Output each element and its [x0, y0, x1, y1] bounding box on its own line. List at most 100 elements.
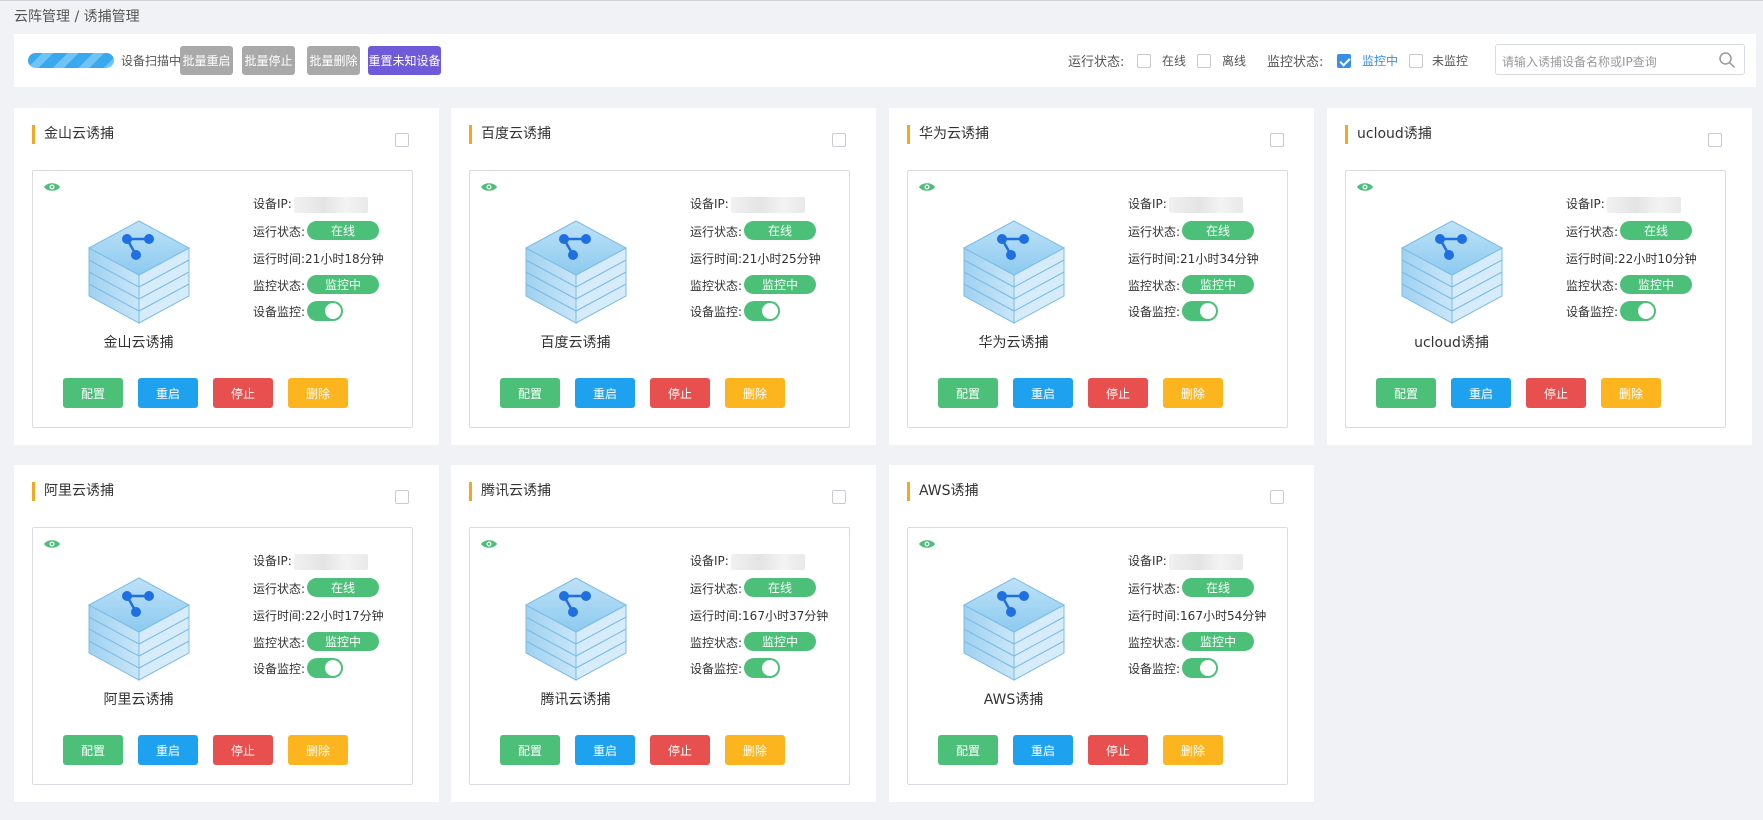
eye-icon[interactable] — [480, 181, 498, 193]
device-monitor-label: 设备监控: — [690, 662, 743, 676]
device-name: 腾讯云诱捕 — [540, 692, 611, 708]
ip-redacted — [293, 553, 368, 570]
eye-icon[interactable] — [918, 181, 936, 193]
device-monitor-toggle[interactable] — [1182, 658, 1218, 678]
monitoring-filter-checkbox[interactable] — [1337, 54, 1351, 68]
server-stack-icon — [962, 577, 1066, 681]
configure-button[interactable]: 配置 — [500, 735, 560, 765]
breadcrumb-separator: / — [70, 9, 84, 25]
card-select-checkbox[interactable] — [1270, 133, 1284, 147]
online-filter-label[interactable]: 在线 — [1162, 52, 1186, 69]
configure-button[interactable]: 配置 — [1376, 378, 1436, 408]
stop-button[interactable]: 停止 — [213, 378, 273, 408]
run-status-filter-label: 运行状态: — [1068, 55, 1125, 70]
run-status-label: 运行状态: — [253, 225, 306, 239]
unmonitored-filter-checkbox[interactable] — [1409, 54, 1423, 68]
monitor-status-label: 监控状态: — [690, 636, 743, 650]
batch-delete-button[interactable]: 批量删除 — [307, 46, 360, 75]
search-input[interactable]: 请输入诱捕设备名称或IP查询 — [1495, 44, 1745, 75]
stop-button[interactable]: 停止 — [1088, 378, 1148, 408]
device-monitor-toggle[interactable] — [1620, 301, 1656, 321]
eye-icon[interactable] — [43, 181, 61, 193]
delete-button[interactable]: 删除 — [1163, 378, 1223, 408]
card-select-checkbox[interactable] — [832, 133, 846, 147]
restart-button[interactable]: 重启 — [138, 378, 198, 408]
restart-button[interactable]: 重启 — [1451, 378, 1511, 408]
ip-redacted — [293, 196, 368, 213]
ip-redacted — [1168, 196, 1243, 213]
device-monitor-label: 设备监控: — [1128, 662, 1181, 676]
card-select-checkbox[interactable] — [1270, 490, 1284, 504]
restart-button[interactable]: 重启 — [1013, 378, 1073, 408]
device-monitor-label: 设备监控: — [1128, 305, 1181, 319]
configure-button[interactable]: 配置 — [63, 378, 123, 408]
run-time-label: 运行时间: — [690, 609, 743, 623]
stop-button[interactable]: 停止 — [213, 735, 273, 765]
delete-button[interactable]: 删除 — [288, 378, 348, 408]
server-stack-icon — [87, 577, 191, 681]
online-filter-checkbox[interactable] — [1137, 54, 1151, 68]
device-monitor-label: 设备监控: — [253, 305, 306, 319]
delete-button[interactable]: 删除 — [725, 735, 785, 765]
ip-row: 设备IP: — [1128, 552, 1243, 570]
device-panel: AWS诱捕 设备IP: 运行状态: 在线 运行时间:167小时54分钟 监控状态… — [907, 527, 1288, 785]
stop-button[interactable]: 停止 — [1088, 735, 1148, 765]
batch-stop-button[interactable]: 批量停止 — [242, 46, 295, 75]
monitor-status-badge: 监控中 — [744, 632, 816, 651]
eye-icon[interactable] — [480, 538, 498, 550]
device-monitor-label: 设备监控: — [1566, 305, 1619, 319]
device-name: 金山云诱捕 — [103, 335, 174, 351]
breadcrumb-root[interactable]: 云阵管理 — [14, 9, 70, 25]
search-icon[interactable] — [1718, 51, 1736, 69]
run-status-label: 运行状态: — [1566, 225, 1619, 239]
device-panel: 华为云诱捕 设备IP: 运行状态: 在线 运行时间:21小时34分钟 监控状态:… — [907, 170, 1288, 428]
delete-button[interactable]: 删除 — [1601, 378, 1661, 408]
configure-button[interactable]: 配置 — [63, 735, 123, 765]
offline-filter-checkbox[interactable] — [1197, 54, 1211, 68]
configure-button[interactable]: 配置 — [938, 378, 998, 408]
restart-button[interactable]: 重启 — [575, 378, 635, 408]
eye-icon[interactable] — [1356, 181, 1374, 193]
eye-icon[interactable] — [43, 538, 61, 550]
stop-button[interactable]: 停止 — [650, 735, 710, 765]
card-select-checkbox[interactable] — [395, 133, 409, 147]
card-select-checkbox[interactable] — [1708, 133, 1722, 147]
monitoring-filter-label[interactable]: 监控中 — [1362, 52, 1398, 69]
ip-redacted — [730, 553, 805, 570]
card-title: ucloud诱捕 — [1345, 125, 1432, 144]
device-monitor-toggle[interactable] — [744, 658, 780, 678]
toolbar: 设备扫描中... 批量重启 批量停止 批量删除 重置未知设备 运行状态: 在线 … — [14, 34, 1756, 87]
restart-button[interactable]: 重启 — [1013, 735, 1073, 765]
delete-button[interactable]: 删除 — [1163, 735, 1223, 765]
card-select-checkbox[interactable] — [395, 490, 409, 504]
run-status-badge: 在线 — [1182, 221, 1254, 240]
stop-button[interactable]: 停止 — [650, 378, 710, 408]
card-select-checkbox[interactable] — [832, 490, 846, 504]
run-time-row: 运行时间:22小时10分钟 — [1566, 250, 1697, 267]
monitor-status-label: 监控状态: — [1128, 636, 1181, 650]
device-monitor-toggle[interactable] — [744, 301, 780, 321]
unmonitored-filter-label[interactable]: 未监控 — [1432, 52, 1468, 69]
device-monitor-toggle[interactable] — [307, 301, 343, 321]
delete-button[interactable]: 删除 — [288, 735, 348, 765]
card-title: 华为云诱捕 — [907, 125, 989, 144]
delete-button[interactable]: 删除 — [725, 378, 785, 408]
offline-filter-label[interactable]: 离线 — [1222, 52, 1246, 69]
run-time-row: 运行时间:22小时17分钟 — [253, 607, 384, 624]
run-time-value: 21小时25分钟 — [742, 252, 821, 266]
stop-button[interactable]: 停止 — [1526, 378, 1586, 408]
search-placeholder: 请输入诱捕设备名称或IP查询 — [1502, 55, 1657, 69]
device-panel: 金山云诱捕 设备IP: 运行状态: 在线 运行时间:21小时18分钟 监控状态:… — [32, 170, 413, 428]
card-title: AWS诱捕 — [907, 482, 979, 501]
configure-button[interactable]: 配置 — [500, 378, 560, 408]
device-monitor-toggle[interactable] — [1182, 301, 1218, 321]
restart-button[interactable]: 重启 — [138, 735, 198, 765]
batch-restart-button[interactable]: 批量重启 — [180, 46, 233, 75]
reset-unknown-devices-button[interactable]: 重置未知设备 — [368, 46, 441, 75]
device-monitor-toggle[interactable] — [307, 658, 343, 678]
configure-button[interactable]: 配置 — [938, 735, 998, 765]
run-status-label: 运行状态: — [690, 582, 743, 596]
monitor-status-badge: 监控中 — [307, 632, 379, 651]
restart-button[interactable]: 重启 — [575, 735, 635, 765]
eye-icon[interactable] — [918, 538, 936, 550]
